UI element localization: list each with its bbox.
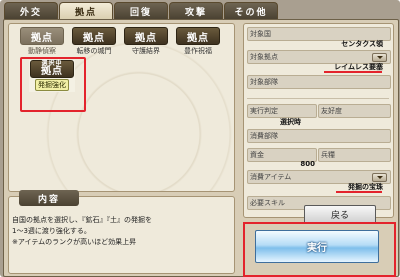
skill-name: 豊作祝福: [184, 47, 212, 55]
skill-head: 拠点: [72, 27, 116, 45]
required-skill-label: 必要スキル: [250, 199, 285, 207]
skill-head: 拠点: [20, 27, 64, 45]
divider: [247, 98, 389, 99]
consume-item-label: 消費アイテム: [250, 173, 292, 181]
skill-name: 動静偵察: [28, 47, 56, 55]
target-country-row: センタクス領: [247, 39, 389, 50]
skill-transfer-gate[interactable]: 拠点 転移の城門: [71, 27, 117, 59]
chevron-down-icon[interactable]: [372, 53, 387, 62]
consume-item-underline: [336, 191, 382, 193]
skill-head: 選択中 拠点: [30, 60, 74, 78]
description-line: 1～3週に渡り強化する。: [12, 227, 91, 235]
tab-bar: 外交 拠点 回復 攻撃 その他: [4, 2, 278, 20]
consume-unit-field: 消費部隊: [247, 129, 391, 143]
skill-head: 拠点: [124, 27, 168, 45]
skill-window: 外交 拠点 回復 攻撃 その他 拠点 動静偵察 拠点 転移の城門 拠点 守護結界…: [0, 0, 400, 277]
friendship-field: 友好度: [318, 104, 391, 118]
skill-name: 発掘強化: [35, 79, 69, 91]
skill-recon[interactable]: 拠点 動静偵察: [19, 27, 65, 59]
detail-panel: 対象国 センタクス領 対象拠点 レイムレス要塞 対象部隊 実行判定 友好度 選択…: [243, 23, 394, 218]
description-line: ※アイテムのランクが高いほど効果上昇: [12, 238, 137, 246]
tab-diplomacy[interactable]: 外交: [4, 2, 58, 19]
target-base-label: 対象拠点: [250, 53, 278, 61]
target-unit-label: 対象部隊: [250, 78, 278, 86]
skill-name: 守護結界: [132, 47, 160, 55]
funds-value: 800: [300, 160, 315, 168]
target-country-value: センタクス領: [341, 40, 383, 48]
selected-badge: 選択中: [41, 60, 63, 67]
skill-name: 転移の城門: [76, 47, 112, 55]
skill-list-panel: 拠点 動静偵察 拠点 転移の城門 拠点 守護結界 拠点 豊作祝福 選択中 拠点: [8, 23, 235, 192]
skill-harvest-blessing[interactable]: 拠点 豊作祝福: [175, 27, 221, 59]
exec-decision-field: 実行判定: [247, 104, 317, 118]
soldiers-label: 兵糧: [321, 151, 335, 159]
content-description: 自国の拠点を選択し、『鉱石』『土』の発掘を 1～3週に渡り強化する。 ※アイテム…: [12, 215, 232, 248]
skill-excavation-boost[interactable]: 選択中 拠点 発掘強化: [29, 60, 75, 92]
consume-unit-label: 消費部隊: [250, 132, 278, 140]
target-unit-field: 対象部隊: [247, 75, 391, 89]
description-line: 自国の拠点を選択し、『鉱石』『土』の発掘を: [12, 216, 152, 224]
tab-attack[interactable]: 攻撃: [169, 2, 223, 19]
target-country-label: 対象国: [250, 30, 271, 38]
chevron-down-icon[interactable]: [372, 173, 387, 182]
skill-head: 拠点: [176, 27, 220, 45]
content-title: 内容: [19, 190, 79, 206]
execute-button[interactable]: 実行: [255, 230, 379, 263]
friendship-label: 友好度: [321, 107, 342, 115]
exec-decision-label: 実行判定: [250, 107, 278, 115]
target-base-underline: [324, 71, 382, 73]
tab-recovery[interactable]: 回復: [114, 2, 168, 19]
tab-other[interactable]: その他: [224, 2, 278, 19]
tab-base[interactable]: 拠点: [59, 2, 113, 20]
funds-label: 資金: [250, 151, 264, 159]
exec-decision-row: 選択時: [247, 117, 389, 128]
exec-decision-value: 選択時: [280, 118, 301, 126]
skill-guard-barrier[interactable]: 拠点 守護結界: [123, 27, 169, 59]
content-panel: 内容 自国の拠点を選択し、『鉱石』『土』の発掘を 1～3週に渡り強化する。 ※ア…: [8, 190, 235, 274]
